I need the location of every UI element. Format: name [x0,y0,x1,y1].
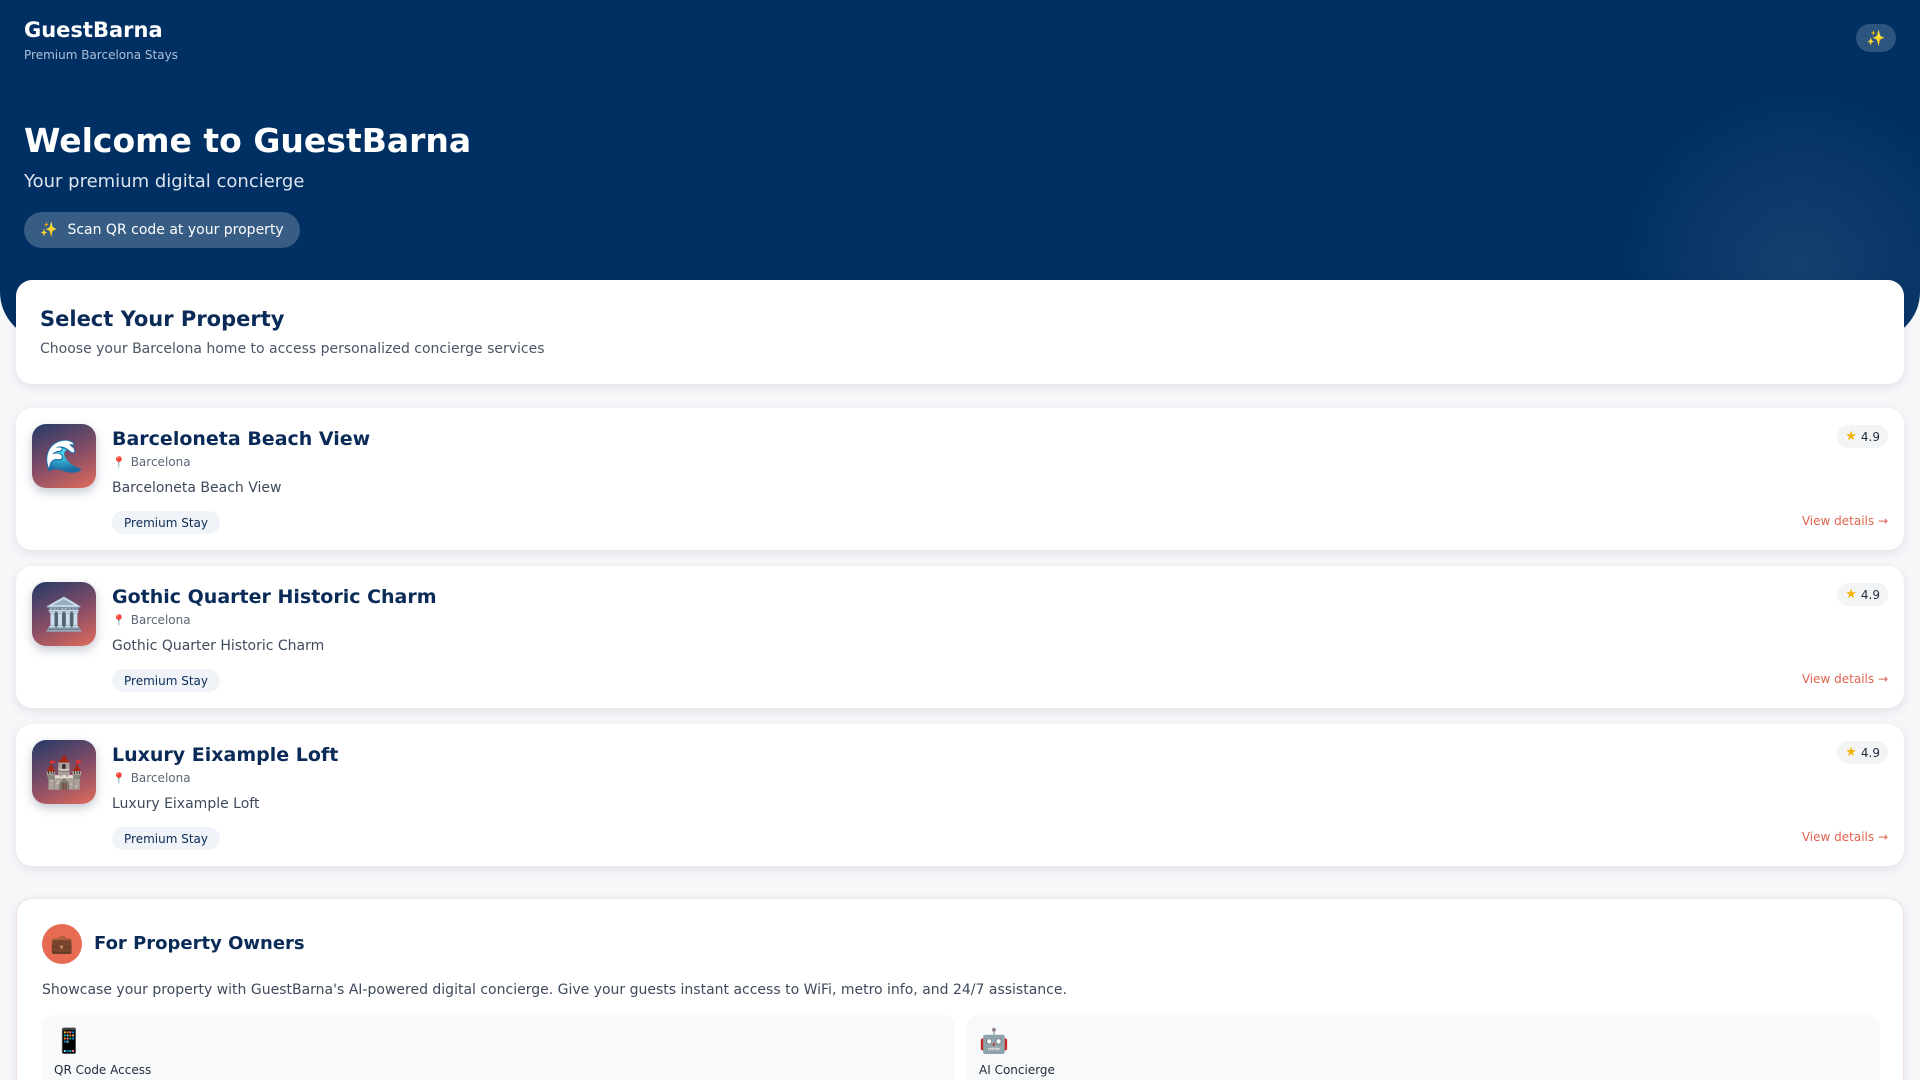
map-pin-icon: 📍 [112,455,126,469]
sparkles-icon: ✨ [40,222,58,238]
feature-qr-code-access: 📱 QR Code Access [42,1015,955,1080]
feature-label: QR Code Access [54,1063,152,1077]
classical-building-icon: 🏛️ [32,582,96,646]
property-location-text: Barcelona [130,613,191,627]
property-description: Luxury Eixample Loft [112,796,260,812]
map-pin-icon: 📍 [112,613,126,627]
rating-value: 4.9 [1860,745,1880,760]
select-property-card: Select Your Property Choose your Barcelo… [16,280,1904,384]
owners-title: For Property Owners [94,933,305,954]
property-location-text: Barcelona [130,771,191,785]
property-card-eixample[interactable]: 🏰 Luxury Eixample Loft 📍 Barcelona Luxur… [16,724,1904,866]
property-title: Gothic Quarter Historic Charm [112,586,437,608]
rating-badge: ★ 4.9 [1837,741,1888,764]
property-card-gothic-quarter[interactable]: 🏛️ Gothic Quarter Historic Charm 📍 Barce… [16,566,1904,708]
feature-ai-concierge: 🤖 AI Concierge [967,1015,1880,1080]
property-owners-card: 💼 For Property Owners Showcase your prop… [16,898,1904,1080]
star-icon: ★ [1845,745,1857,760]
sparkles-button[interactable]: ✨ [1856,24,1896,52]
sparkles-icon: ✨ [1866,29,1886,47]
view-details-link[interactable]: View details → [1802,830,1888,844]
select-property-title: Select Your Property [40,307,285,331]
star-icon: ★ [1845,429,1857,444]
castle-icon: 🏰 [32,740,96,804]
property-description: Gothic Quarter Historic Charm [112,638,325,654]
owners-description: Showcase your property with GuestBarna's… [42,982,1067,998]
property-card-barceloneta[interactable]: 🌊 Barceloneta Beach View 📍 Barcelona Bar… [16,408,1904,550]
property-title: Barceloneta Beach View [112,428,371,450]
brand[interactable]: GuestBarna Premium Barcelona Stays [24,18,178,62]
feature-label: AI Concierge [979,1063,1055,1077]
view-details-link[interactable]: View details → [1802,514,1888,528]
brand-name: GuestBarna [24,18,163,42]
brand-tagline: Premium Barcelona Stays [24,48,178,62]
star-icon: ★ [1845,587,1857,602]
briefcase-icon: 💼 [42,924,82,964]
mobile-phone-icon: 📱 [54,1027,84,1055]
hero-title: Welcome to GuestBarna [24,121,472,160]
rating-badge: ★ 4.9 [1837,583,1888,606]
premium-stay-badge: Premium Stay [112,511,220,534]
property-location-text: Barcelona [130,455,191,469]
scan-qr-label: Scan QR code at your property [67,222,284,238]
premium-stay-badge: Premium Stay [112,827,220,850]
rating-value: 4.9 [1860,429,1880,444]
property-description: Barceloneta Beach View [112,480,282,496]
property-location: 📍 Barcelona [112,455,191,469]
property-location: 📍 Barcelona [112,613,191,627]
hero-subtitle: Your premium digital concierge [24,171,305,192]
premium-stay-badge: Premium Stay [112,669,220,692]
property-title: Luxury Eixample Loft [112,744,339,766]
select-property-description: Choose your Barcelona home to access per… [40,341,545,357]
wave-icon: 🌊 [32,424,96,488]
rating-value: 4.9 [1860,587,1880,602]
rating-badge: ★ 4.9 [1837,425,1888,448]
view-details-link[interactable]: View details → [1802,672,1888,686]
property-location: 📍 Barcelona [112,771,191,785]
robot-icon: 🤖 [979,1027,1009,1055]
scan-qr-button[interactable]: ✨ Scan QR code at your property [24,212,300,248]
map-pin-icon: 📍 [112,771,126,785]
